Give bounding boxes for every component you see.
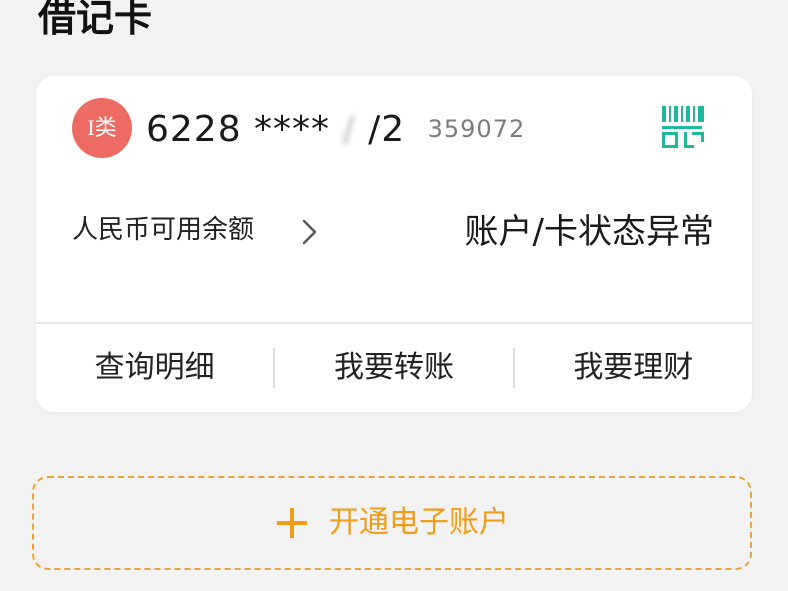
card-number: 6228 **** / /2 359072: [146, 106, 525, 153]
card-number-suffix: 359072: [427, 115, 526, 143]
card-actions: 查询明细 我要转账 我要理财: [36, 324, 752, 412]
qr-code-icon[interactable]: [660, 104, 706, 150]
open-e-account-button[interactable]: 开通电子账户: [32, 476, 752, 570]
open-e-account-label: 开通电子账户: [329, 505, 509, 540]
query-details-button[interactable]: 查询明细: [36, 324, 273, 412]
wealth-management-button[interactable]: 我要理财: [515, 324, 752, 412]
card-number-blurred: /: [342, 109, 356, 150]
card-type-badge: I类: [72, 98, 132, 158]
debit-card[interactable]: I类 6228 **** / /2 359072 人民币可用余额 账户/卡状态异…: [36, 76, 752, 412]
card-number-prefix: 6228 ****: [146, 109, 331, 150]
section-title: 借记卡: [38, 0, 153, 40]
chevron-right-icon[interactable]: [298, 218, 322, 246]
transfer-button[interactable]: 我要转账: [275, 324, 512, 412]
plus-icon: [277, 508, 307, 538]
card-number-mid: /2: [368, 109, 406, 150]
account-status: 账户/卡状态异常: [464, 212, 714, 252]
balance-label[interactable]: 人民币可用余额: [72, 212, 254, 248]
